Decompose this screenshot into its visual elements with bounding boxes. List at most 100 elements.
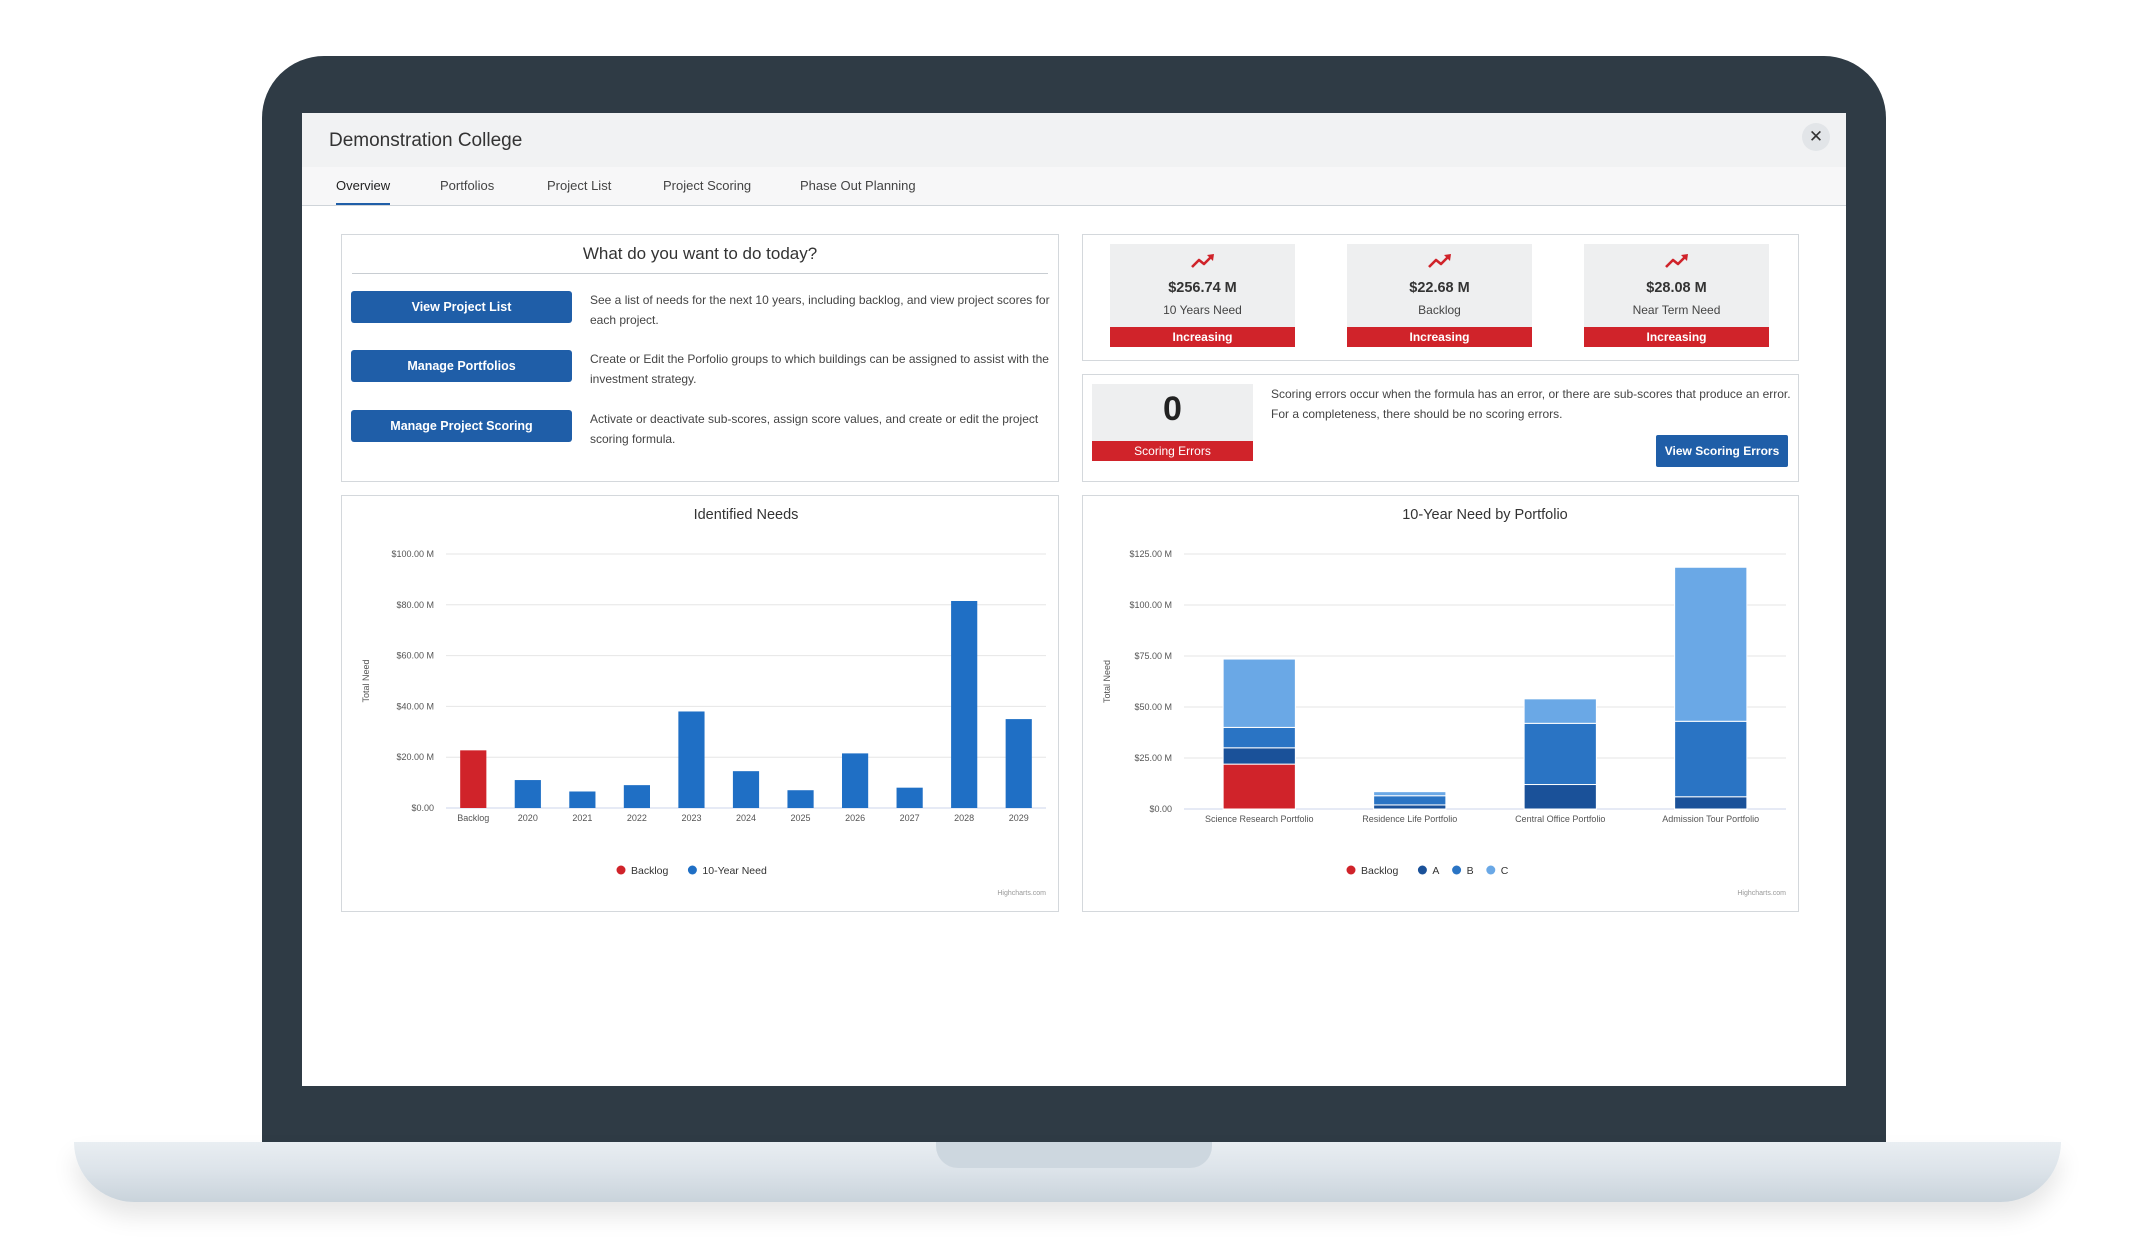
chart-title: 10-Year Need by Portfolio (1402, 507, 1568, 523)
y-tick-label: $100.00 M (1129, 600, 1172, 610)
x-tick-label: Admission Tour Portfolio (1662, 814, 1759, 824)
tab-project-scoring[interactable]: Project Scoring (663, 167, 751, 205)
bar-c (1674, 566, 1748, 722)
legend-marker (1452, 865, 1462, 875)
scoring-errors-panel: 0 Scoring Errors Scoring errors occur wh… (1082, 374, 1799, 482)
tab-portfolios[interactable]: Portfolios (440, 167, 494, 205)
manage-project-scoring-description: Activate or deactivate sub-scores, assig… (590, 412, 1039, 446)
trend-up-icon (1665, 254, 1688, 268)
view-scoring-errors-button[interactable]: View Scoring Errors (1656, 435, 1788, 467)
bar-10-year-need (569, 791, 596, 808)
tab-overview[interactable]: Overview (336, 167, 391, 205)
bar-10-year-need (896, 787, 923, 808)
tab-phase-out-planning[interactable]: Phase Out Planning (800, 167, 916, 205)
identified-needs-chart: Identified Needs $0.00 $20.00 M $40.00 M $60… (361, 507, 1046, 897)
kpi-label: 10 Years Need (1163, 303, 1242, 317)
app-screen: Demonstration College ✕ Overview Portfol… (302, 113, 1846, 1086)
kpi-card-near-term-need: $28.08 M Near Term Need Increasing (1584, 244, 1769, 347)
kpi-trend-badge: Increasing (1584, 327, 1769, 347)
x-tick-label: 2024 (736, 813, 756, 823)
legend-label: B (1467, 865, 1474, 877)
y-tick-label: $125.00 M (1129, 549, 1172, 559)
title-bar: Demonstration College ✕ (302, 113, 1846, 167)
bar-a (1523, 784, 1597, 810)
y-tick-label: $100.00 M (391, 549, 434, 559)
manage-portfolios-button[interactable]: Manage Portfolios (351, 350, 572, 382)
legend-label: A (1432, 865, 1439, 877)
bar-c (1523, 698, 1597, 724)
trend-up-icon (1428, 254, 1451, 268)
bar-10-year-need (1005, 719, 1032, 808)
app-title: Demonstration College (329, 130, 523, 151)
tab-project-list[interactable]: Project List (547, 167, 611, 205)
kpi-trend-badge: Increasing (1110, 327, 1295, 347)
kpi-card-backlog: $22.68 M Backlog Increasing (1347, 244, 1532, 347)
kpi-value: $28.08 M (1646, 280, 1707, 296)
y-tick-label: $25.00 M (1134, 753, 1172, 763)
x-tick-label: Backlog (457, 813, 489, 823)
legend-marker (1417, 865, 1427, 875)
y-tick-label: $20.00 M (396, 752, 434, 762)
identified-needs-panel: Identified Needs $0.00 $20.00 M $40.00 M $60… (341, 495, 1059, 912)
y-tick-label: $60.00 M (396, 651, 434, 661)
y-axis-title: Total Need (1102, 660, 1112, 703)
legend-label: 10-Year Need (702, 865, 767, 877)
todo-panel: What do you want to do today? View Proje… (341, 234, 1059, 482)
bar-a (1222, 747, 1296, 765)
bar-c (1373, 791, 1447, 797)
x-tick-label: 2023 (681, 813, 701, 823)
bar-b (1523, 722, 1597, 786)
legend-label: Backlog (1361, 865, 1399, 877)
x-tick-label: Central Office Portfolio (1515, 814, 1605, 824)
x-tick-label: 2020 (518, 813, 538, 823)
x-tick-label: 2021 (572, 813, 592, 823)
kpi-label: Near Term Need (1632, 303, 1721, 317)
legend-marker (687, 865, 697, 875)
bar-a (1373, 804, 1447, 810)
y-tick-label: $75.00 M (1134, 651, 1172, 661)
y-tick-label: $40.00 M (396, 701, 434, 711)
legend-marker (1346, 865, 1356, 875)
bar-10-year-need (514, 780, 541, 808)
scoring-errors-description: Scoring errors occur when the formula ha… (1271, 387, 1791, 421)
bar-10-year-need (732, 771, 760, 808)
bar-backlog (1222, 763, 1296, 810)
trend-up-icon (1191, 254, 1214, 268)
x-tick-label: 2029 (1009, 813, 1029, 823)
scoring-errors-label: Scoring Errors (1092, 441, 1253, 461)
close-button[interactable]: ✕ (1802, 123, 1830, 151)
x-tick-label: 2022 (627, 813, 647, 823)
need-by-portfolio-chart: 10-Year Need by Portfolio $0.00 $25.00 M $5… (1102, 507, 1786, 897)
x-tick-label: Science Research Portfolio (1205, 814, 1314, 824)
legend-marker (1486, 865, 1496, 875)
bar-10-year-need (842, 753, 869, 808)
kpi-label: Backlog (1418, 303, 1461, 317)
legend-label: Backlog (631, 865, 669, 877)
view-project-list-description: See a list of needs for the next 10 year… (590, 293, 1050, 327)
scoring-errors-count: 0 (1163, 390, 1182, 428)
kpi-card-10-years-need: $256.74 M 10 Years Need Increasing (1110, 244, 1295, 347)
y-tick-label: $0.00 (411, 803, 434, 813)
x-tick-label: 2026 (845, 813, 865, 823)
y-tick-label: $0.00 (1149, 804, 1172, 814)
laptop-notch (936, 1142, 1212, 1168)
tab-bar: Overview Portfolios Project List Project… (302, 167, 1846, 206)
bar-10-year-need (678, 711, 705, 808)
close-icon: ✕ (1808, 127, 1824, 146)
kpi-value: $256.74 M (1168, 280, 1237, 296)
view-project-list-button[interactable]: View Project List (351, 291, 572, 323)
x-tick-label: 2027 (900, 813, 920, 823)
bar-10-year-need (623, 785, 650, 808)
bar-c (1222, 658, 1296, 728)
bar-b (1222, 726, 1296, 749)
kpi-panel: $256.74 M 10 Years Need Increasing $22.6… (1082, 234, 1799, 361)
chart-credit: Highcharts.com (997, 890, 1046, 897)
bar-b (1674, 720, 1748, 798)
manage-project-scoring-button[interactable]: Manage Project Scoring (351, 410, 572, 442)
chart-credit: Highcharts.com (1737, 890, 1786, 897)
chart-title: Identified Needs (694, 507, 799, 523)
bar-10-year-need (787, 790, 814, 808)
bar-b (1373, 795, 1447, 806)
bar-backlog (460, 750, 487, 808)
kpi-value: $22.68 M (1409, 280, 1470, 296)
